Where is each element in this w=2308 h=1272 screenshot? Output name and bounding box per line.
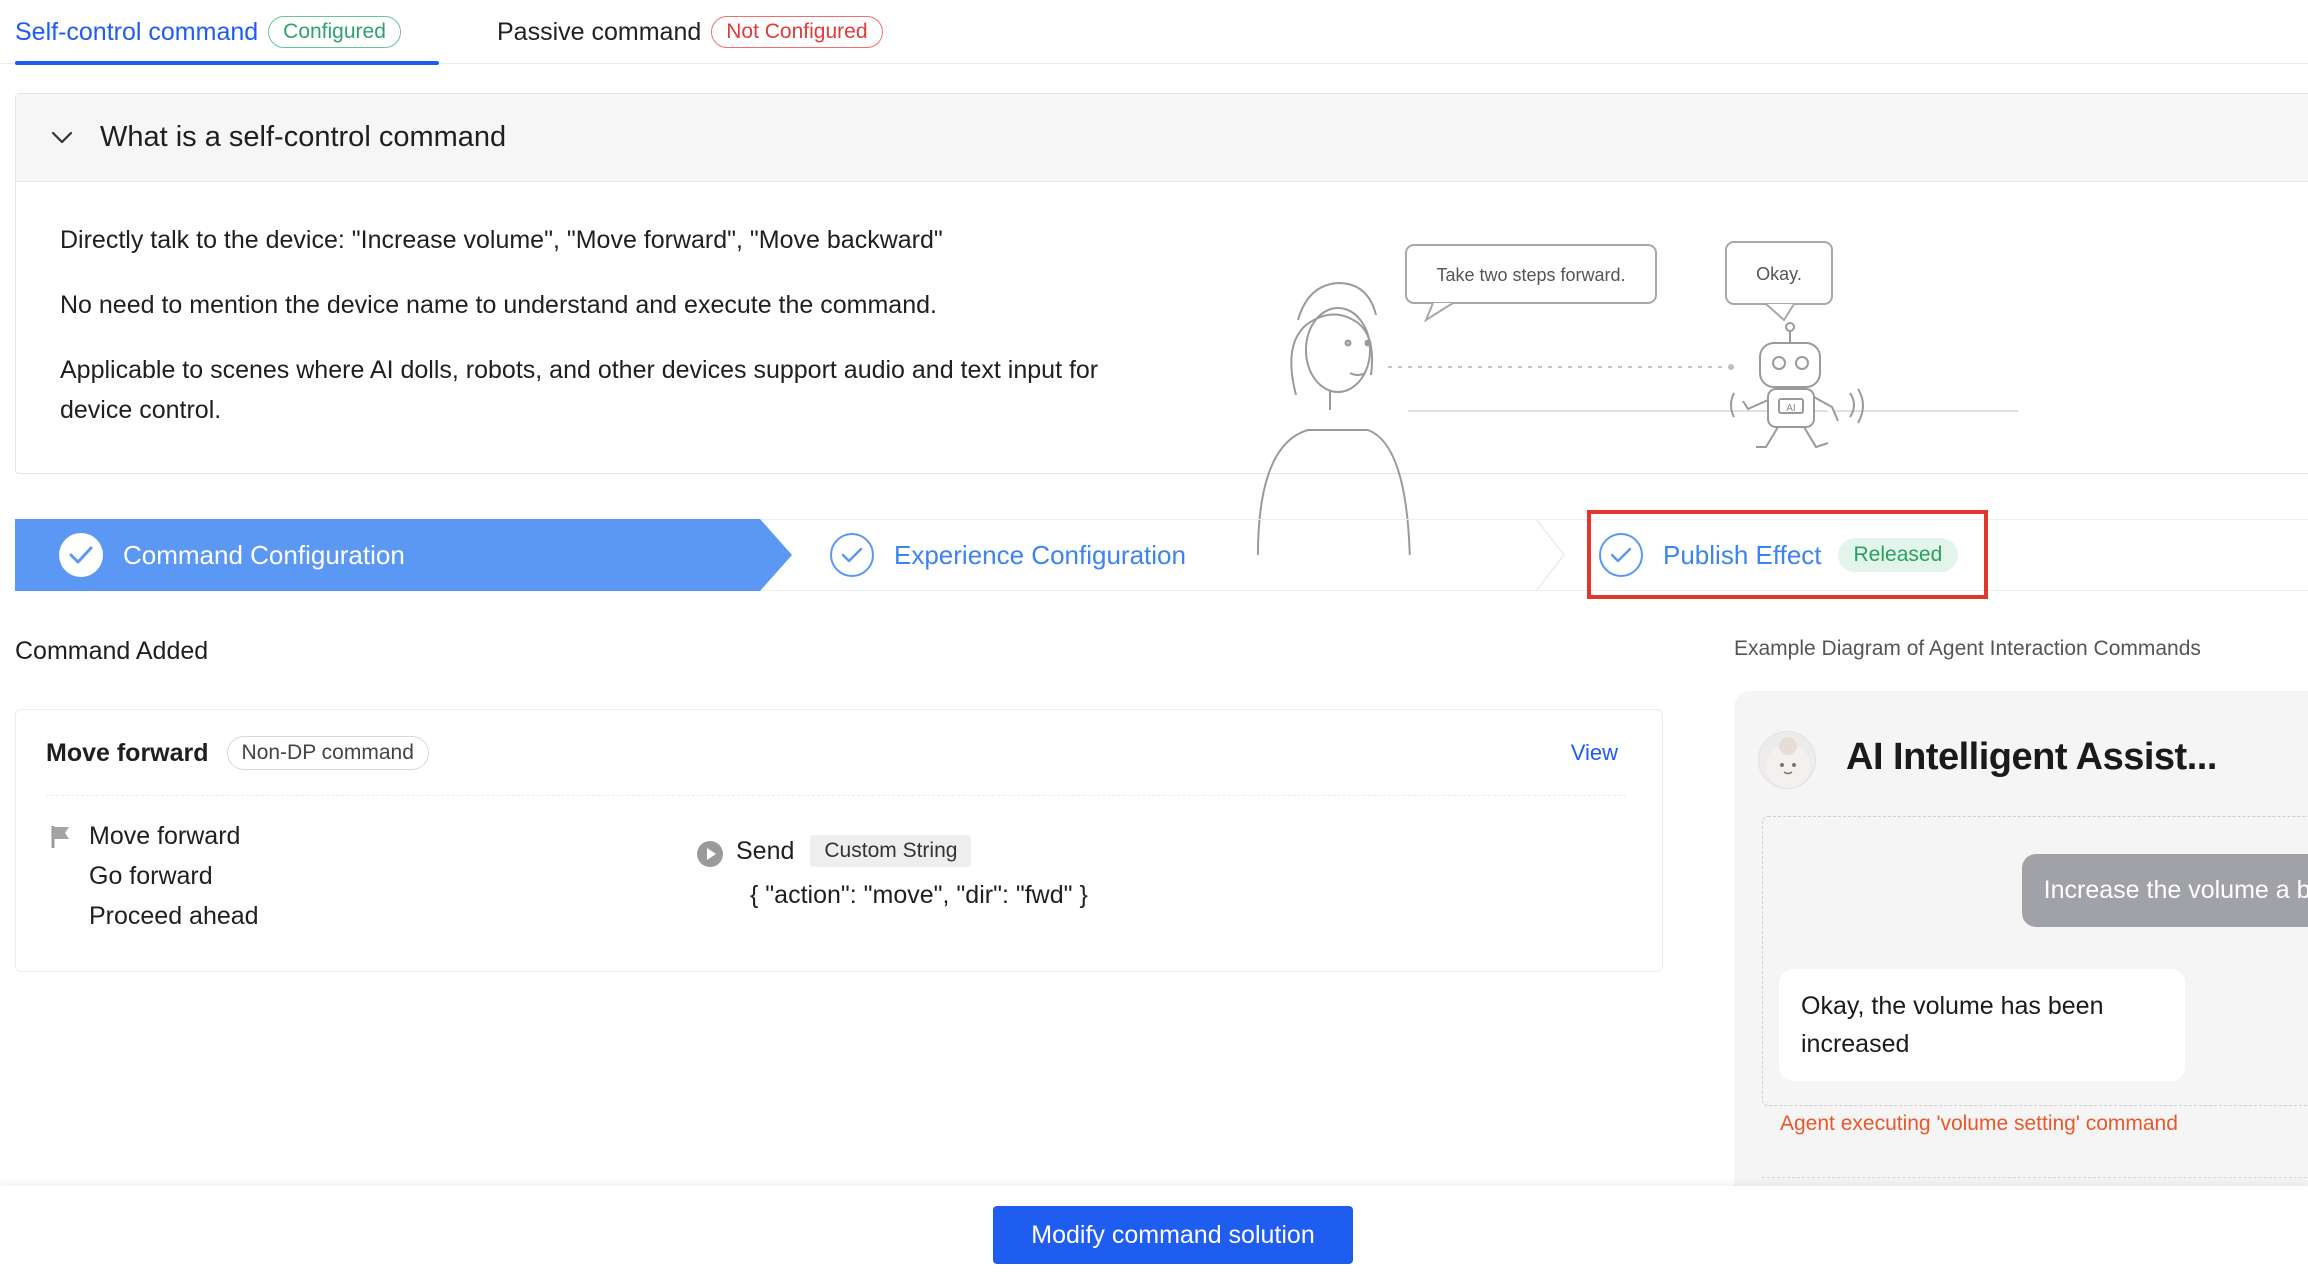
- step-label: Command Configuration: [123, 539, 405, 570]
- highlight-box: [1587, 510, 1988, 599]
- example-divider: [1762, 1177, 2308, 1178]
- chat-preview: Increase the volume a bit Okay, the volu…: [1762, 816, 2308, 1106]
- robot-speech-bubble: Okay.: [1725, 241, 1833, 322]
- utterance: Move forward: [89, 822, 241, 850]
- command-type-badge: Non-DP command: [226, 736, 429, 770]
- human-figure: [1257, 281, 1411, 555]
- bot-message-bubble: Okay, the volume has been increased: [1779, 969, 2185, 1081]
- command-card-header: Move forward Non-DP command: [46, 736, 429, 770]
- command-card: Move forward Non-DP command View Move fo…: [15, 709, 1663, 972]
- intro-line: device control.: [60, 396, 222, 424]
- card-divider: [46, 795, 1626, 796]
- example-panel: AI Intelligent Assist... Increase the vo…: [1734, 691, 2308, 1272]
- command-payload: { "action": "move", "dir": "fwd" }: [750, 881, 1088, 909]
- assistant-avatar: [1758, 731, 1816, 789]
- check-icon: [830, 533, 874, 577]
- chevron-down-icon[interactable]: [42, 118, 82, 158]
- modify-command-solution-button[interactable]: Modify command solution: [993, 1206, 1353, 1264]
- tab-label: Self-control command: [15, 17, 259, 46]
- view-link[interactable]: View: [1571, 740, 1618, 766]
- command-name: Move forward: [46, 738, 209, 767]
- step-label: Experience Configuration: [894, 539, 1186, 570]
- intro-title: What is a self-control command: [100, 121, 507, 153]
- step-experience-configuration[interactable]: Experience Configuration: [830, 533, 1186, 577]
- not-configured-badge: Not Configured: [711, 16, 883, 48]
- assistant-avatar-icon: [1766, 737, 1810, 788]
- robot-chest-label: AI: [1786, 403, 1795, 414]
- flag-icon: [51, 826, 69, 848]
- step-command-configuration[interactable]: Command Configuration: [15, 519, 760, 591]
- utterance: Go forward: [89, 862, 213, 890]
- tab-self-control-command[interactable]: Self-control command Configured: [15, 0, 439, 65]
- section-title: Command Added: [15, 637, 209, 665]
- play-icon: [697, 841, 723, 867]
- robot-bubble-text: Okay.: [1756, 264, 1802, 284]
- action-label: Send: [736, 836, 795, 865]
- configured-badge: Configured: [268, 16, 401, 48]
- step-arrow: [760, 519, 792, 591]
- intro-panel-header[interactable]: What is a self-control command: [16, 94, 2308, 182]
- user-message-bubble: Increase the volume a bit: [2021, 854, 2308, 927]
- example-caption: Example Diagram of Agent Interaction Com…: [1734, 637, 2201, 660]
- intro-line: Applicable to scenes where AI dolls, rob…: [60, 356, 1099, 384]
- intro-line: Directly talk to the device: "Increase v…: [60, 226, 943, 254]
- action-type-tag: Custom String: [810, 835, 972, 867]
- step-separator-icon: [1535, 519, 1565, 591]
- command-tabs: Self-control command Configured Passive …: [0, 0, 2308, 65]
- action-row: Send Custom String: [736, 835, 972, 867]
- robot-figure: [1730, 322, 1864, 449]
- tab-label: Passive command: [497, 17, 702, 46]
- human-robot-illustration: Take two steps forward. Okay. AI: [1257, 241, 2018, 555]
- execution-note: Agent executing 'volume setting' command: [1780, 1112, 2178, 1135]
- active-tab-indicator: [15, 61, 439, 65]
- tab-passive-command[interactable]: Passive command Not Configured: [497, 0, 883, 64]
- human-bubble-text: Take two steps forward.: [1436, 265, 1625, 285]
- assistant-name: AI Intelligent Assist...: [1846, 736, 2217, 778]
- footer-bar: Modify command solution: [0, 1186, 2308, 1272]
- human-speech-bubble: Take two steps forward.: [1405, 244, 1657, 323]
- intro-line: No need to mention the device name to un…: [60, 291, 937, 319]
- utterance: Proceed ahead: [89, 902, 259, 930]
- check-icon: [59, 533, 103, 577]
